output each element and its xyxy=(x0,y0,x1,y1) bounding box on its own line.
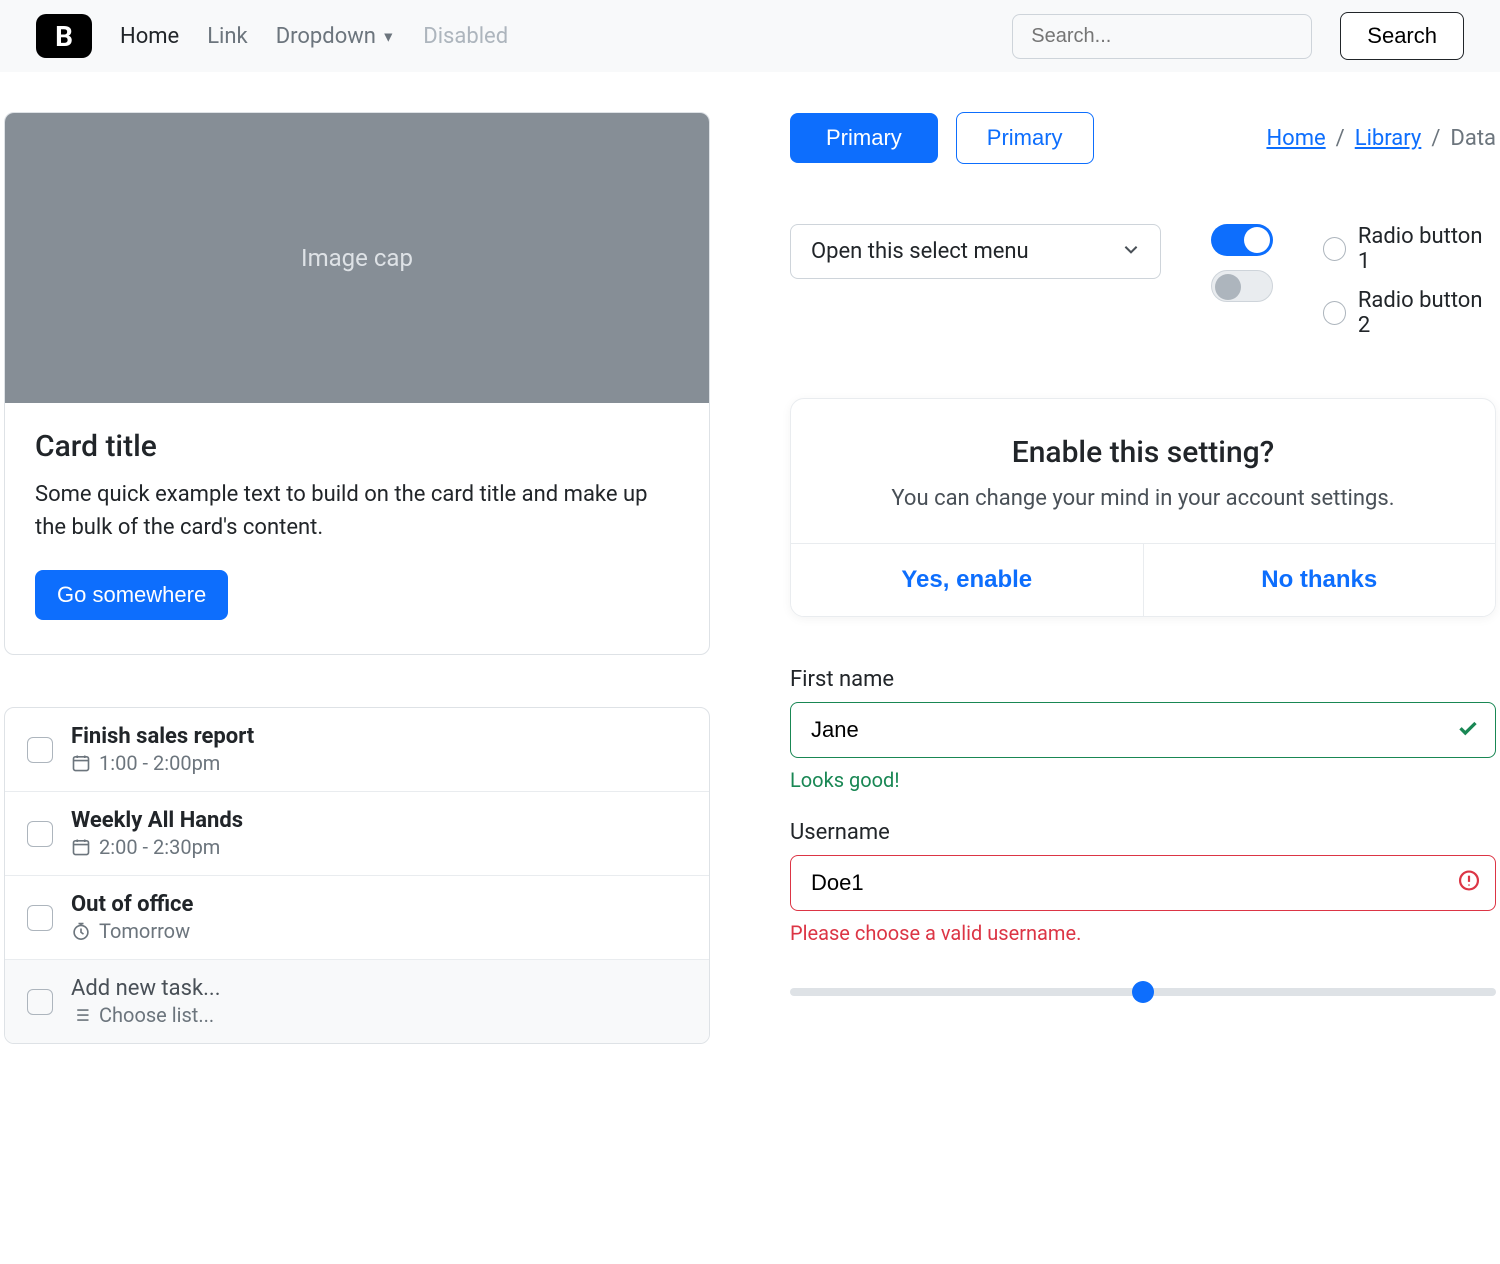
task-meta: 1:00 - 2:00pm xyxy=(99,751,220,775)
clock-icon xyxy=(71,921,91,941)
calendar-icon xyxy=(71,753,91,773)
breadcrumb-sep: / xyxy=(1336,126,1345,151)
nav-link[interactable]: Link xyxy=(207,24,248,49)
dialog-no-button[interactable]: No thanks xyxy=(1144,544,1496,616)
task-checkbox[interactable] xyxy=(27,737,53,763)
first-name-feedback: Looks good! xyxy=(790,768,1496,792)
select-label: Open this select menu xyxy=(811,239,1029,264)
range-slider[interactable] xyxy=(790,981,1496,1001)
task-title: Finish sales report xyxy=(71,724,254,749)
card-image-cap: Image cap xyxy=(5,113,709,403)
task-title: Weekly All Hands xyxy=(71,808,243,833)
username-field: Username Please choose a valid username. xyxy=(790,820,1496,945)
nav-dropdown[interactable]: Dropdown ▼ xyxy=(276,24,396,49)
breadcrumb-library[interactable]: Library xyxy=(1355,126,1422,151)
card-text: Some quick example text to build on the … xyxy=(35,478,679,544)
confirm-dialog: Enable this setting? You can change your… xyxy=(790,398,1496,617)
breadcrumb-sep: / xyxy=(1431,126,1440,151)
breadcrumb: Home / Library / Data xyxy=(1266,126,1496,151)
check-icon xyxy=(1456,715,1480,744)
dialog-yes-button[interactable]: Yes, enable xyxy=(791,544,1144,616)
calendar-icon xyxy=(71,837,91,857)
radio-1[interactable]: Radio button 1 xyxy=(1323,224,1496,274)
task-meta: 2:00 - 2:30pm xyxy=(99,835,220,859)
select-menu[interactable]: Open this select menu xyxy=(790,224,1161,279)
brand-logo[interactable]: B xyxy=(36,14,92,58)
primary-button[interactable]: Primary xyxy=(790,113,938,163)
primary-outline-button[interactable]: Primary xyxy=(956,112,1094,164)
task-add-meta: Choose list... xyxy=(99,1003,214,1027)
slider-thumb[interactable] xyxy=(1132,981,1154,1003)
caret-down-icon: ▼ xyxy=(381,29,395,45)
toggle-switch-2[interactable] xyxy=(1211,270,1273,302)
nav-home[interactable]: Home xyxy=(120,24,179,49)
task-row-add[interactable]: Add new task... Choose list... xyxy=(5,960,709,1043)
toggle-switch-1[interactable] xyxy=(1211,224,1273,256)
first-name-label: First name xyxy=(790,667,1496,692)
task-list: Finish sales report 1:00 - 2:00pm Weekly… xyxy=(4,707,710,1044)
search-button[interactable]: Search xyxy=(1340,12,1464,60)
list-icon xyxy=(71,1005,91,1025)
task-row[interactable]: Finish sales report 1:00 - 2:00pm xyxy=(5,708,709,792)
task-row[interactable]: Weekly All Hands 2:00 - 2:30pm xyxy=(5,792,709,876)
task-checkbox[interactable] xyxy=(27,905,53,931)
radio-circle-icon xyxy=(1323,237,1346,261)
username-input[interactable] xyxy=(790,855,1496,911)
card-cta-button[interactable]: Go somewhere xyxy=(35,570,228,620)
search-input[interactable] xyxy=(1012,14,1312,59)
task-title: Out of office xyxy=(71,892,193,917)
dialog-text: You can change your mind in your account… xyxy=(831,484,1455,515)
radio-2[interactable]: Radio button 2 xyxy=(1323,288,1496,338)
dialog-title: Enable this setting? xyxy=(831,435,1455,470)
radio-label: Radio button 1 xyxy=(1358,224,1496,274)
error-icon xyxy=(1458,869,1480,896)
breadcrumb-home[interactable]: Home xyxy=(1266,126,1325,151)
first-name-input[interactable] xyxy=(790,702,1496,758)
first-name-field: First name Looks good! xyxy=(790,667,1496,792)
breadcrumb-current: Data xyxy=(1450,126,1496,151)
task-row[interactable]: Out of office Tomorrow xyxy=(5,876,709,960)
task-checkbox[interactable] xyxy=(27,821,53,847)
chevron-down-icon xyxy=(1122,239,1140,264)
nav-disabled: Disabled xyxy=(423,24,508,49)
username-label: Username xyxy=(790,820,1496,845)
radio-circle-icon xyxy=(1323,301,1346,325)
example-card: Image cap Card title Some quick example … xyxy=(4,112,710,655)
nav-dropdown-label: Dropdown xyxy=(276,24,376,49)
radio-label: Radio button 2 xyxy=(1358,288,1496,338)
card-title: Card title xyxy=(35,429,679,464)
task-checkbox[interactable] xyxy=(27,989,53,1015)
username-feedback: Please choose a valid username. xyxy=(790,921,1496,945)
task-meta: Tomorrow xyxy=(99,919,190,943)
task-add-title: Add new task... xyxy=(71,976,221,1001)
navbar: B Home Link Dropdown ▼ Disabled Search xyxy=(0,0,1500,72)
